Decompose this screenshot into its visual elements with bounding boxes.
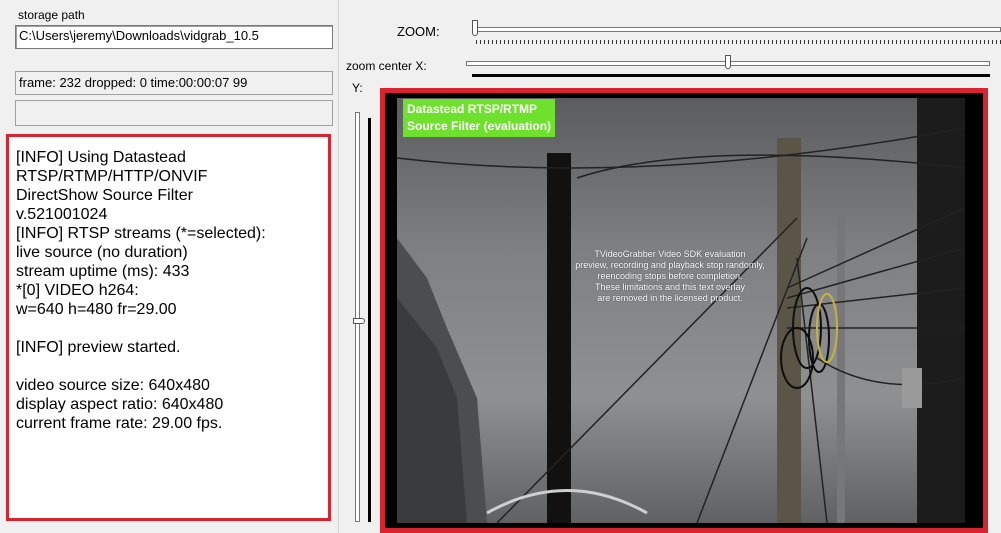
zoom-slider-thumb[interactable] <box>472 20 478 36</box>
log-line: [INFO] Using Datastead <box>16 149 186 166</box>
zoom-center-x-bar <box>472 74 990 77</box>
zoom-center-x-thumb[interactable] <box>725 55 731 69</box>
log-line: stream uptime (ms): 433 <box>16 263 190 280</box>
watermark-line: These limitations and this text overlay <box>594 282 746 292</box>
watermark-line: preview, recording and playback stop ran… <box>575 260 765 270</box>
log-line: w=640 h=480 fr=29.00 <box>16 301 177 318</box>
zoom-slider[interactable] <box>470 14 1001 48</box>
watermark-line: are removed in the licensed product. <box>597 293 743 303</box>
zoom-center-y-slider[interactable] <box>350 108 380 526</box>
zoom-center-x-slider[interactable] <box>466 52 990 80</box>
evaluation-watermark: TVideoGrabber Video SDK evaluation previ… <box>570 249 770 304</box>
log-line: DirectShow Source Filter <box>16 187 193 204</box>
empty-status-field <box>15 100 333 126</box>
video-image <box>397 98 965 523</box>
frame-status-field: frame: 232 dropped: 0 time:00:00:07 99 <box>15 71 333 95</box>
log-line: live source (no duration) <box>16 244 188 261</box>
video-preview-frame[interactable]: Datastead RTSP/RTMP Source Filter (evalu… <box>380 88 988 533</box>
log-line: current frame rate: 29.00 fps. <box>16 415 223 432</box>
log-line: *[0] VIDEO h264: <box>16 282 139 299</box>
storage-path-input[interactable]: C:\Users\jeremy\Downloads\vidgrab_10.5 <box>15 25 333 49</box>
log-line: RTSP/RTMP/HTTP/ONVIF <box>16 168 208 185</box>
log-line: [INFO] preview started. <box>16 339 181 356</box>
zoom-center-y-label: Y: <box>352 81 363 95</box>
log-line: v.521001024 <box>16 206 108 223</box>
zoom-slider-ticks <box>476 40 1001 44</box>
zoom-label: ZOOM: <box>397 24 440 39</box>
log-line: video source size: 640x480 <box>16 377 210 394</box>
log-panel: [INFO] Using Datastead RTSP/RTMP/HTTP/ON… <box>6 134 331 521</box>
watermark-line: reencoding stops before completion. <box>597 271 743 281</box>
log-line: display aspect ratio: 640x480 <box>16 396 224 413</box>
evaluation-badge: Datastead RTSP/RTMP Source Filter (evalu… <box>403 99 556 137</box>
zoom-center-y-bar <box>368 118 371 522</box>
storage-path-label: storage path <box>18 8 85 22</box>
zoom-center-y-track <box>355 112 360 522</box>
zoom-center-y-thumb[interactable] <box>353 318 365 324</box>
zoom-center-x-label: zoom center X: <box>346 59 427 73</box>
watermark-line: TVideoGrabber Video SDK evaluation <box>594 249 746 259</box>
panel-divider <box>338 0 339 533</box>
video-scene <box>397 98 965 523</box>
log-line: [INFO] RTSP streams (*=selected): <box>16 225 266 242</box>
zoom-slider-track <box>472 27 1001 32</box>
